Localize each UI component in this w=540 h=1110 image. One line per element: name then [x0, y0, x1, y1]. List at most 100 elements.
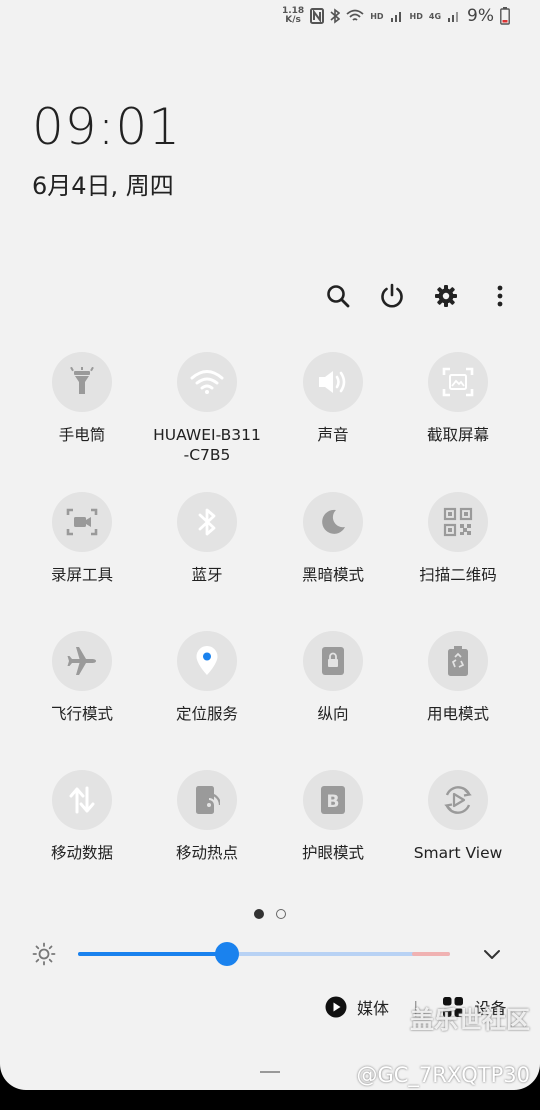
more-vertical-icon	[497, 285, 503, 307]
tile-screenshot[interactable]: 截取屏幕	[393, 352, 523, 445]
search-icon	[327, 285, 350, 308]
signal-icon-2	[448, 12, 459, 22]
settings-button[interactable]	[431, 278, 461, 314]
brightness-fill	[78, 952, 227, 956]
tile-hotspot[interactable]: 移动热点	[142, 770, 272, 863]
tile-hotspot-toggle[interactable]	[177, 770, 237, 830]
nfc-icon	[310, 8, 325, 24]
tile-portrait[interactable]: 纵向	[268, 631, 398, 724]
tile-wifi[interactable]: HUAWEI-B311-C7B5	[142, 352, 272, 465]
tile-smart-view[interactable]: Smart View	[393, 770, 523, 863]
moon-icon	[322, 509, 345, 534]
sound-icon	[319, 371, 346, 393]
tile-bluetooth[interactable]: 蓝牙	[142, 492, 272, 585]
clock-time: 09:01	[32, 98, 182, 156]
tile-airplane-toggle[interactable]	[52, 631, 112, 691]
panel-actions	[323, 278, 515, 314]
network-speed: 1.18 K/s	[281, 6, 305, 25]
tile-flashlight[interactable]: 手电筒	[17, 352, 147, 445]
airplane-icon	[67, 647, 96, 675]
tile-dark-mode-label: 黑暗模式	[301, 566, 364, 584]
tile-smart-view-label: Smart View	[413, 844, 503, 862]
battery-saver-icon	[448, 646, 468, 676]
portrait-lock-icon	[322, 647, 344, 675]
tile-flashlight-toggle[interactable]	[52, 352, 112, 412]
power-button[interactable]	[377, 278, 407, 314]
tile-screenshot-label: 截取屏幕	[426, 426, 489, 444]
battery-percent: 9%	[467, 6, 494, 26]
tile-portrait-label: 纵向	[317, 705, 349, 723]
tile-airplane-label: 飞行模式	[50, 705, 113, 723]
tile-qr-scan-label: 扫描二维码	[419, 566, 497, 584]
flashlight-icon	[70, 367, 94, 394]
tile-sound[interactable]: 声音	[268, 352, 398, 445]
hotspot-icon	[196, 786, 220, 814]
tile-qr-scan-toggle[interactable]	[428, 492, 488, 552]
page-dot-1[interactable]	[254, 909, 264, 919]
eye-comfort-icon: B	[321, 786, 345, 814]
status-bar: 1.18 K/s HD HD 4G 9%	[282, 5, 510, 27]
tile-bluetooth-toggle[interactable]	[177, 492, 237, 552]
clock-date: 6月4日, 周四	[32, 172, 174, 200]
tile-airplane[interactable]: 飞行模式	[17, 631, 147, 724]
screenshot-icon	[442, 367, 474, 397]
watermark-title: 盖乐世社区	[410, 1006, 530, 1034]
page-indicator	[0, 909, 540, 919]
brightness-icon	[32, 942, 56, 966]
search-button[interactable]	[323, 278, 353, 314]
tile-power-mode[interactable]: 用电模式	[393, 631, 523, 724]
chevron-down-icon[interactable]	[482, 946, 502, 962]
network-type: 4G	[428, 11, 442, 21]
brightness-high-zone	[412, 952, 450, 956]
qr-code-icon	[443, 507, 473, 537]
battery-icon	[500, 7, 510, 25]
tile-wifi-toggle[interactable]	[177, 352, 237, 412]
media-button[interactable]: 媒体	[325, 995, 389, 1019]
svg-text:B: B	[327, 792, 340, 812]
tile-mobile-data[interactable]: 移动数据	[17, 770, 147, 863]
tile-sound-label: 声音	[317, 426, 349, 444]
tile-flashlight-label: 手电筒	[58, 426, 106, 444]
tile-eye-comfort-label: 护眼模式	[301, 844, 364, 862]
tile-power-mode-label: 用电模式	[426, 705, 489, 723]
smart-view-icon	[444, 786, 472, 814]
wifi-status-icon	[346, 9, 364, 21]
tile-dark-mode[interactable]: 黑暗模式	[268, 492, 398, 585]
tile-hotspot-label: 移动热点	[175, 844, 238, 862]
tile-screen-record-toggle[interactable]	[52, 492, 112, 552]
panel-handle[interactable]	[260, 1071, 280, 1073]
tile-portrait-toggle[interactable]	[303, 631, 363, 691]
brightness-slider[interactable]	[78, 952, 450, 956]
tile-mobile-data-label: 移动数据	[50, 844, 113, 862]
power-icon	[381, 283, 403, 308]
tile-location[interactable]: 定位服务	[142, 631, 272, 724]
tile-eye-comfort[interactable]: B 护眼模式	[268, 770, 398, 863]
tile-power-mode-toggle[interactable]	[428, 631, 488, 691]
tile-qr-scan[interactable]: 扫描二维码	[393, 492, 523, 585]
mobile-data-icon	[69, 786, 95, 814]
tile-dark-mode-toggle[interactable]	[303, 492, 363, 552]
tile-mobile-data-toggle[interactable]	[52, 770, 112, 830]
gear-icon	[435, 285, 457, 307]
tile-bluetooth-label: 蓝牙	[191, 566, 223, 584]
tile-location-toggle[interactable]	[177, 631, 237, 691]
wifi-icon	[190, 370, 224, 394]
tile-sound-toggle[interactable]	[303, 352, 363, 412]
screen-record-icon	[66, 508, 98, 536]
brightness-thumb[interactable]	[214, 942, 239, 966]
signal-icon	[390, 12, 401, 22]
bluetooth-icon	[198, 508, 216, 536]
tile-screen-record[interactable]: 录屏工具	[17, 492, 147, 585]
more-options-button[interactable]	[485, 278, 515, 314]
tile-smart-view-toggle[interactable]	[428, 770, 488, 830]
watermark-user: @GC_7RXQTP30	[356, 1063, 530, 1087]
play-circle-icon	[325, 996, 347, 1018]
tile-screen-record-label: 录屏工具	[50, 566, 113, 584]
media-label: 媒体	[357, 999, 390, 1018]
tile-screenshot-toggle[interactable]	[428, 352, 488, 412]
tile-eye-comfort-toggle[interactable]: B	[303, 770, 363, 830]
tile-wifi-label: HUAWEI-B311-C7B5	[153, 426, 261, 464]
page-dot-2[interactable]	[276, 909, 286, 919]
quick-panel: 1.18 K/s HD HD 4G 9% 09:01 6月4日, 周四 手电筒 …	[0, 0, 540, 1090]
hd-label: HD	[370, 11, 384, 21]
